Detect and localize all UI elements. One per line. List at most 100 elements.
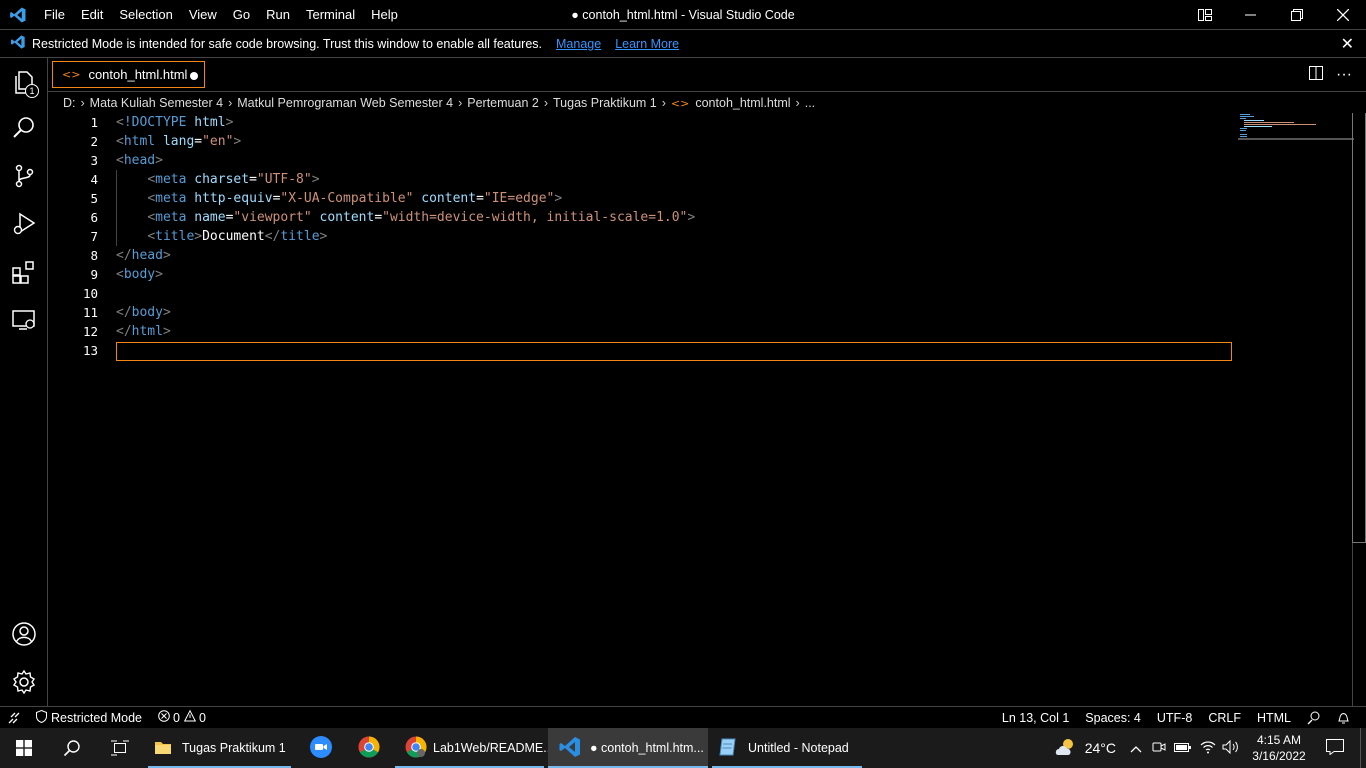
taskbar-app-label: Lab1Web/README.... <box>433 741 558 755</box>
feedback-icon[interactable] <box>1299 711 1329 725</box>
more-actions-icon[interactable]: ··· <box>1330 66 1358 82</box>
code-line[interactable]: <title>Document</title> <box>116 227 327 246</box>
cursor-position[interactable]: Ln 13, Col 1 <box>994 711 1077 725</box>
volume-icon[interactable] <box>1222 739 1240 757</box>
code-token: < <box>116 267 124 282</box>
code-line[interactable]: <!DOCTYPE html> <box>116 113 233 132</box>
minimap[interactable] <box>1238 113 1354 141</box>
meet-now-icon[interactable] <box>1152 740 1166 757</box>
accounts-icon[interactable] <box>0 610 48 658</box>
restricted-mode-status[interactable]: Restricted Mode <box>28 709 150 726</box>
chevron-up-icon[interactable] <box>1130 741 1142 756</box>
restore-button[interactable] <box>1274 0 1320 30</box>
scrollbar-thumb[interactable] <box>1352 113 1366 543</box>
problems-status[interactable]: 0 0 <box>150 709 214 725</box>
menu-selection[interactable]: Selection <box>111 0 180 30</box>
indentation-status[interactable]: Spaces: 4 <box>1077 711 1149 725</box>
code-token: "viewport" <box>233 210 320 225</box>
taskbar-app-notepad[interactable]: Untitled - Notepad <box>708 728 866 768</box>
eol-status[interactable]: CRLF <box>1200 711 1249 725</box>
taskbar-app-zoom[interactable] <box>295 728 347 768</box>
breadcrumb-item[interactable]: Mata Kuliah Semester 4 <box>90 96 223 110</box>
code-line[interactable]: <body> <box>116 265 163 284</box>
code-line[interactable]: <html lang="en"> <box>116 132 241 151</box>
breadcrumb-item[interactable]: Matkul Pemrograman Web Semester 4 <box>237 96 453 110</box>
error-count: 0 <box>173 710 180 725</box>
line-number: 1 <box>90 115 98 130</box>
taskbar-app-chrome[interactable] <box>347 728 391 768</box>
remote-indicator-icon[interactable] <box>0 712 28 724</box>
code-line[interactable]: </body> <box>116 303 171 322</box>
battery-icon[interactable] <box>1174 741 1192 756</box>
code-line[interactable]: <meta name="viewport" content="width=dev… <box>116 208 695 227</box>
html-file-icon: <> <box>62 68 81 81</box>
code-token: meta <box>155 191 195 206</box>
code-editor[interactable]: 1 2 3 4 5 6 7 8 9 10 11 12 13 <!DOCTYPE html> <html l… <box>48 113 1366 706</box>
breadcrumb-item[interactable]: Pertemuan 2 <box>467 96 539 110</box>
menu-view[interactable]: View <box>181 0 225 30</box>
split-editor-icon[interactable] <box>1302 66 1330 83</box>
clock[interactable]: 4:15 AM 3/16/2022 <box>1244 732 1314 764</box>
extensions-icon[interactable] <box>0 248 48 296</box>
menu-terminal[interactable]: Terminal <box>298 0 363 30</box>
code-token: meta <box>155 210 195 225</box>
unsaved-dot-icon[interactable] <box>190 72 198 80</box>
explorer-icon[interactable]: 1 <box>0 58 48 106</box>
breadcrumb-item[interactable]: ... <box>805 96 815 110</box>
code-token: head <box>123 153 156 168</box>
code-line[interactable]: <meta charset="UTF-8"> <box>116 170 319 189</box>
code-token: title <box>280 229 320 244</box>
taskbar-app-chrome-profile[interactable]: Lab1Web/README.... <box>391 728 557 768</box>
wifi-icon[interactable] <box>1200 740 1216 757</box>
line-number: 9 <box>90 267 98 282</box>
menu-run[interactable]: Run <box>258 0 298 30</box>
line-number: 8 <box>90 248 98 263</box>
taskbar-app-vscode[interactable]: ● contoh_html.htm... <box>548 728 708 768</box>
run-debug-icon[interactable] <box>0 200 48 248</box>
menu-edit[interactable]: Edit <box>73 0 111 30</box>
task-view-icon[interactable] <box>96 728 144 768</box>
code-line[interactable]: </html> <box>116 322 171 341</box>
title-bar: File Edit Selection View Go Run Terminal… <box>0 0 1366 30</box>
code-token: http-equiv <box>194 191 273 206</box>
taskbar-app-folder[interactable]: Tugas Praktikum 1 <box>144 728 295 768</box>
current-line-highlight <box>116 342 1232 361</box>
status-bar: Restricted Mode 0 0 Ln 13, Col 1 Spaces:… <box>0 706 1366 728</box>
minimize-button[interactable] <box>1228 0 1274 30</box>
weather-temperature[interactable]: 24°C <box>1085 740 1116 756</box>
windows-start-icon[interactable] <box>0 728 48 768</box>
breadcrumb-item[interactable]: Tugas Praktikum 1 <box>553 96 657 110</box>
layout-icon[interactable] <box>1182 0 1228 30</box>
manage-link[interactable]: Manage <box>556 37 601 51</box>
breadcrumb-item[interactable]: contoh_html.html <box>695 96 790 110</box>
encoding-status[interactable]: UTF-8 <box>1149 711 1200 725</box>
notification-center-icon[interactable] <box>1326 738 1344 758</box>
vertical-scrollbar[interactable] <box>1352 113 1366 706</box>
line-number: 6 <box>90 210 98 225</box>
code-token: charset <box>194 172 250 187</box>
source-control-icon[interactable] <box>0 152 48 200</box>
code-line[interactable]: </head> <box>116 246 171 265</box>
search-icon[interactable] <box>0 104 48 152</box>
folder-icon <box>154 739 172 758</box>
close-banner-icon[interactable]: ✕ <box>1341 34 1354 54</box>
learn-more-link[interactable]: Learn More <box>615 37 679 51</box>
menu-file[interactable]: File <box>36 0 73 30</box>
code-line[interactable]: <meta http-equiv = "X-UA-Compatible" conte… <box>116 189 562 208</box>
breadcrumb-item[interactable]: D: <box>63 96 76 110</box>
menu-help[interactable]: Help <box>363 0 406 30</box>
tab-contoh-html[interactable]: <> contoh_html.html <box>52 61 205 88</box>
taskbar-search-icon[interactable] <box>48 728 96 768</box>
settings-gear-icon[interactable] <box>0 658 48 706</box>
menu-go[interactable]: Go <box>225 0 258 30</box>
weather-icon[interactable] <box>1055 737 1079 760</box>
close-button[interactable] <box>1320 0 1366 30</box>
line-number: 4 <box>90 172 98 187</box>
language-mode[interactable]: HTML <box>1249 711 1299 725</box>
notifications-bell-icon[interactable] <box>1329 711 1358 725</box>
show-desktop-button[interactable] <box>1360 728 1366 768</box>
code-line[interactable]: <head> <box>116 151 163 170</box>
remote-explorer-icon[interactable] <box>0 296 48 344</box>
